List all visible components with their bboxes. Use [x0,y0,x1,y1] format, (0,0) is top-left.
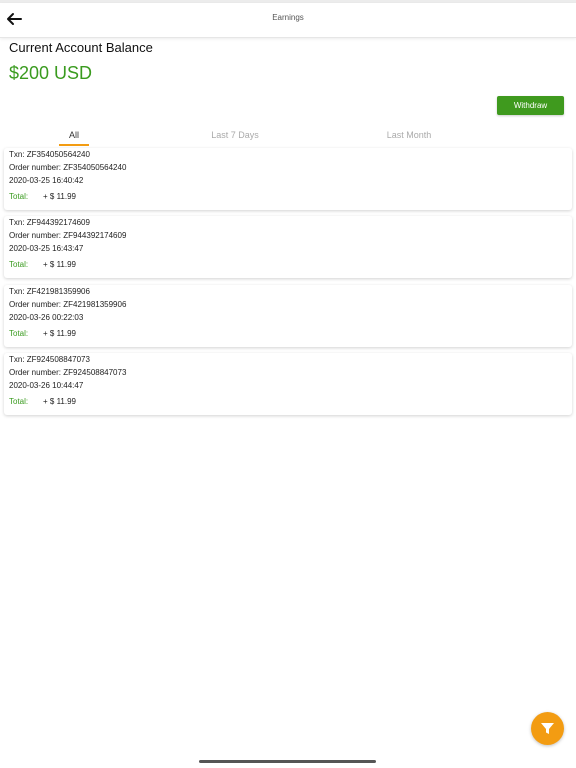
withdraw-button[interactable]: Withdraw [497,96,564,115]
order-number: Order number: ZF421981359906 [9,300,127,309]
order-number: Order number: ZF944392174609 [9,231,127,240]
page-title: Earnings [272,13,304,22]
order-number: Order number: ZF924508847073 [9,368,127,377]
balance-value: $200 USD [9,63,93,83]
total-label: Total: [9,397,29,406]
txn-id: Txn: ZF354050564240 [9,150,90,159]
balance-label: Current Account Balance [9,40,153,55]
txn-date: 2020-03-25 16:40:42 [9,176,84,185]
txn-date: 2020-03-26 10:44:47 [9,381,84,390]
txn-date: 2020-03-25 16:43:47 [9,244,84,253]
total-value: + $ 11.99 [43,260,76,269]
total-value: + $ 11.99 [43,397,76,406]
txn-id: Txn: ZF924508847073 [9,355,90,364]
active-tab-indicator [59,144,89,146]
transaction-card[interactable]: Txn: ZF944392174609 Order number: ZF9443… [4,216,572,278]
app-header: Earnings [0,3,576,38]
filter-button[interactable] [531,712,564,745]
tab-last-month[interactable]: Last Month [368,126,450,146]
filter-tabs: All Last 7 Days Last Month [0,126,576,146]
filter-icon [541,723,554,734]
order-number: Order number: ZF354050564240 [9,163,127,172]
txn-id: Txn: ZF944392174609 [9,218,90,227]
total-value: + $ 11.99 [43,329,76,338]
tab-all[interactable]: All [44,126,104,146]
total-value: + $ 11.99 [43,192,76,201]
home-indicator [199,760,376,763]
total-label: Total: [9,192,29,201]
tab-last-7-days[interactable]: Last 7 Days [194,126,276,146]
txn-id: Txn: ZF421981359906 [9,287,90,296]
total-label: Total: [9,260,29,269]
txn-date: 2020-03-26 00:22:03 [9,313,84,322]
total-label: Total: [9,329,29,338]
transaction-card[interactable]: Txn: ZF354050564240 Order number: ZF3540… [4,148,572,210]
transaction-card[interactable]: Txn: ZF421981359906 Order number: ZF4219… [4,285,572,347]
transaction-card[interactable]: Txn: ZF924508847073 Order number: ZF9245… [4,353,572,415]
